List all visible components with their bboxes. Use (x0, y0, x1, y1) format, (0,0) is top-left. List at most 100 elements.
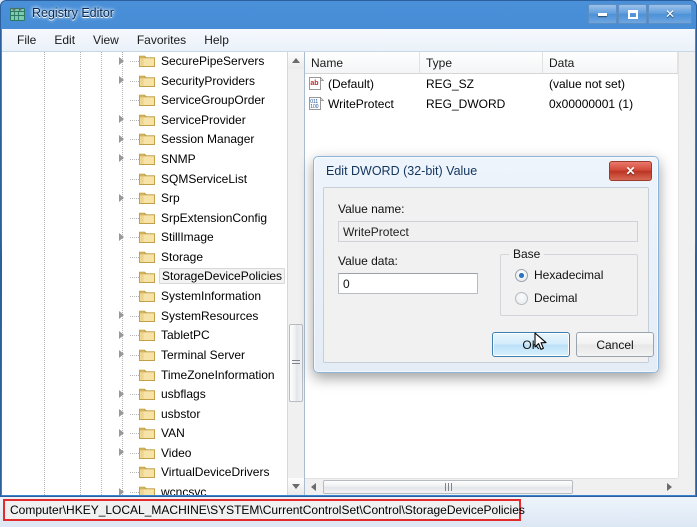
column-header-data[interactable]: Data (543, 52, 678, 73)
triangle-down-icon (292, 484, 300, 489)
tree-scroll-area[interactable]: SecurePipeServers SecurityProviders Servic… (2, 52, 287, 495)
list-vertical-scrollbar[interactable] (678, 52, 695, 478)
chevron-right-icon (119, 389, 124, 398)
expand-arrow-icon[interactable] (116, 75, 127, 86)
expand-arrow-icon[interactable] (116, 408, 127, 419)
tree-item-virtualdevicedrivers[interactable]: VirtualDeviceDrivers (2, 462, 287, 482)
title-bar[interactable]: Registry Editor ✕ (1, 1, 696, 29)
expand-arrow-icon[interactable] (116, 153, 127, 164)
svg-text:ab: ab (310, 80, 318, 87)
value-data-label: Value data: (338, 254, 398, 268)
window-title: Registry Editor (32, 6, 114, 20)
tree-item-srpextensionconfig[interactable]: SrpExtensionConfig (2, 208, 287, 228)
tree-item-session-manager[interactable]: Session Manager (2, 129, 287, 149)
expand-arrow-icon[interactable] (116, 388, 127, 399)
radio-decimal[interactable]: Decimal (515, 291, 577, 305)
ok-button[interactable]: OK (492, 332, 570, 357)
expand-arrow-icon[interactable] (116, 349, 127, 360)
value-row[interactable]: ab (Default) REG_SZ (value not set) (305, 74, 678, 94)
tree-item-securityproviders[interactable]: SecurityProviders (2, 71, 287, 91)
tree-item-snmp[interactable]: SNMP (2, 149, 287, 169)
column-header-name[interactable]: Name (305, 52, 420, 73)
expand-arrow-icon[interactable] (116, 55, 127, 66)
column-header-type[interactable]: Type (420, 52, 543, 73)
expand-arrow-icon[interactable] (116, 329, 127, 340)
scroll-down-button[interactable] (288, 478, 304, 495)
value-name-field[interactable]: WriteProtect (338, 221, 638, 242)
tree-item-securepipeservers[interactable]: SecurePipeServers (2, 52, 287, 71)
expand-arrow-icon[interactable] (116, 310, 127, 321)
tree-connector-line (130, 158, 139, 160)
edit-dword-dialog: Edit DWORD (32-bit) Value ✕ Value name: … (313, 156, 659, 373)
menu-item-favorites[interactable]: Favorites (128, 31, 195, 49)
tree-item-label: Storage (161, 249, 204, 264)
folder-icon (139, 289, 155, 303)
tree-item-systeminformation[interactable]: SystemInformation (2, 286, 287, 306)
chevron-right-icon (119, 56, 124, 65)
dialog-close-button[interactable]: ✕ (609, 161, 652, 181)
menu-item-file[interactable]: File (8, 31, 45, 49)
triangle-right-icon (667, 483, 672, 491)
close-button[interactable]: ✕ (648, 4, 692, 24)
expand-arrow-icon[interactable] (116, 427, 127, 438)
chevron-right-icon (119, 330, 124, 339)
menu-item-view[interactable]: View (84, 31, 128, 49)
cancel-button[interactable]: Cancel (576, 332, 654, 357)
expand-arrow-icon[interactable] (116, 486, 127, 495)
tree-item-stillimage[interactable]: StillImage (2, 227, 287, 247)
scroll-right-button[interactable] (661, 479, 678, 495)
radio-hexadecimal[interactable]: Hexadecimal (515, 268, 603, 282)
scrollbar-corner (678, 478, 695, 495)
tree-item-usbstor[interactable]: usbstor (2, 404, 287, 424)
status-bar: Computer\HKEY_LOCAL_MACHINE\SYSTEM\Curre… (0, 497, 697, 527)
dialog-title-bar[interactable]: Edit DWORD (32-bit) Value ✕ (314, 157, 658, 187)
scroll-up-button[interactable] (288, 52, 304, 69)
expand-arrow-icon[interactable] (116, 114, 127, 125)
list-horizontal-scrollbar[interactable] (305, 478, 695, 495)
minimize-button[interactable] (588, 4, 617, 24)
tree-item-sqmservicelist[interactable]: SQMServiceList (2, 169, 287, 189)
value-row[interactable]: 011 100 WriteProtect REG_DWORD 0x00000001 (1… (305, 94, 678, 114)
tree-connector-line (130, 217, 139, 219)
tree-item-storagedevicepolicies[interactable]: StorageDevicePolicies (2, 267, 287, 287)
tree-item-servicegrouporder[interactable]: ServiceGroupOrder (2, 90, 287, 110)
chevron-right-icon (119, 448, 124, 457)
value-data-input[interactable]: 0 (338, 273, 478, 294)
registry-path: Computer\HKEY_LOCAL_MACHINE\SYSTEM\Curre… (10, 503, 525, 517)
folder-icon (139, 426, 155, 440)
tree-item-terminal-server[interactable]: Terminal Server (2, 345, 287, 365)
folder-icon (139, 211, 155, 224)
value-data: 0x00000001 (1) (549, 97, 634, 111)
registry-editor-window: Registry Editor ✕ File Edit View Favorit… (0, 0, 697, 527)
base-groupbox: Base Hexadecimal Decimal (500, 247, 638, 316)
menu-item-edit[interactable]: Edit (45, 31, 84, 49)
tree-vertical-scrollbar[interactable] (287, 52, 304, 495)
list-scroll-thumb[interactable] (323, 480, 573, 494)
tree-item-srp[interactable]: Srp (2, 188, 287, 208)
close-icon: ✕ (664, 7, 676, 21)
expand-arrow-icon[interactable] (116, 133, 127, 144)
tree-item-label: ServiceGroupOrder (161, 93, 266, 108)
tree-connector-line (130, 472, 139, 474)
maximize-button[interactable] (618, 4, 647, 24)
expand-arrow-icon[interactable] (116, 447, 127, 458)
expand-arrow-icon[interactable] (116, 192, 127, 203)
expand-arrow-icon[interactable] (116, 231, 127, 242)
tree-item-serviceprovider[interactable]: ServiceProvider (2, 110, 287, 130)
chevron-right-icon (119, 115, 124, 124)
tree-item-usbflags[interactable]: usbflags (2, 384, 287, 404)
tree-item-storage[interactable]: Storage (2, 247, 287, 267)
tree-item-systemresources[interactable]: SystemResources (2, 306, 287, 326)
tree-item-tabletpc[interactable]: TabletPC (2, 325, 287, 345)
tree-item-video[interactable]: Video (2, 443, 287, 463)
tree-item-label: Srp (161, 191, 180, 206)
tree-item-timezoneinformation[interactable]: TimeZoneInformation (2, 365, 287, 385)
folder-icon (139, 230, 155, 244)
tree-item-label: SecurityProviders (161, 73, 256, 88)
tree-item-van[interactable]: VAN (2, 423, 287, 443)
scroll-left-button[interactable] (305, 479, 322, 495)
base-group-label: Base (509, 247, 545, 261)
menu-item-help[interactable]: Help (195, 31, 238, 49)
tree-scroll-thumb[interactable] (289, 324, 303, 402)
tree-item-wcncsvc[interactable]: wcncsvc (2, 482, 287, 495)
